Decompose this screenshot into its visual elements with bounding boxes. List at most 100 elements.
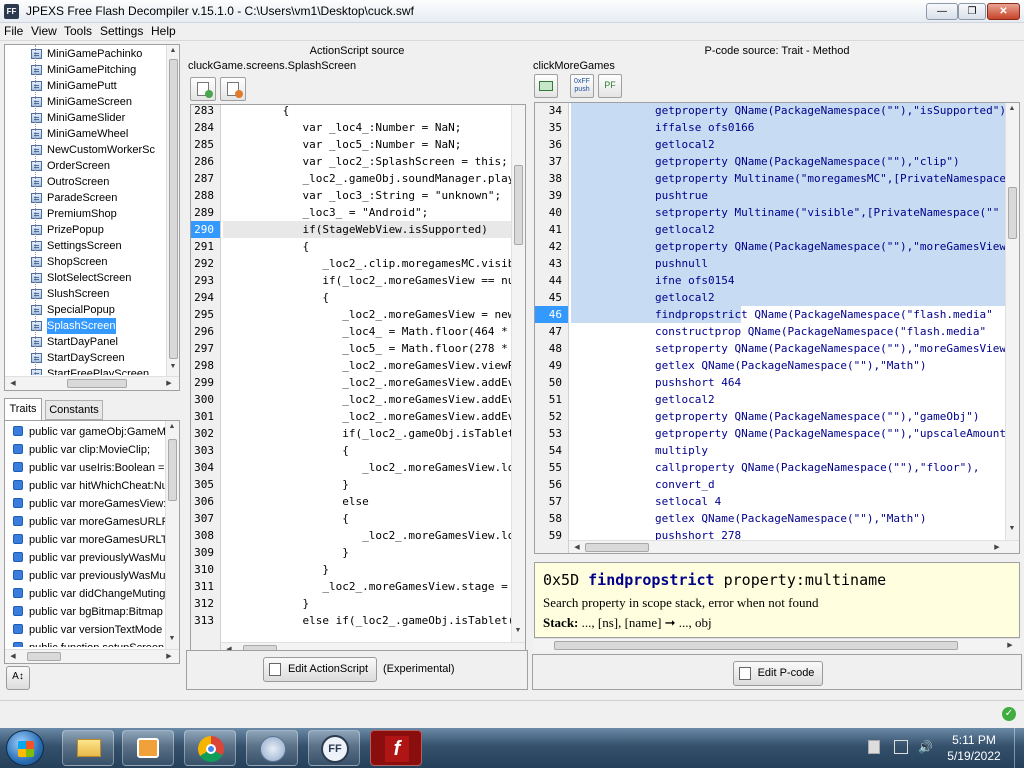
code-line[interactable]: _loc3_ = "Android"; [223,204,511,221]
code-line[interactable]: if(StageWebView.isSupported) [223,221,511,238]
pcode-line[interactable]: multiply [571,442,1005,459]
scroll-up-icon[interactable]: ▲ [167,47,179,54]
pcode-line[interactable]: getproperty QName(PackageNamespace(""),"… [571,425,1005,442]
tree-item[interactable]: NewCustomWorkerSc [31,142,155,158]
maximize-button[interactable]: ❐ [958,3,986,20]
code-line[interactable]: _loc2_.moreGamesView.lo [223,459,511,476]
code-line[interactable]: } [223,595,511,612]
tree-vertical-scrollbar[interactable]: ▲ ▼ [166,45,179,376]
trait-item[interactable]: public var gameObj:GameMc [13,423,165,441]
menu-view[interactable]: View [31,24,57,38]
scroll-thumb[interactable] [585,543,649,552]
code-line[interactable]: else if(_loc2_.gameObj.isTablet( [223,612,511,629]
tree-item[interactable]: SlotSelectScreen [31,270,131,286]
code-line[interactable]: var _loc2_:SplashScreen = this; [223,153,511,170]
pcode-line[interactable]: getproperty Multiname("moregamesMC",[Pri… [571,170,1005,187]
code-line[interactable]: } [223,561,511,578]
pcode-line[interactable]: getproperty QName(PackageNamespace(""),"… [571,408,1005,425]
scroll-thumb[interactable] [169,59,178,359]
tree-horizontal-scrollbar[interactable]: ◀ ▶ [5,376,179,390]
pcode-line[interactable]: getlex QName(PackageNamespace(""),"Math"… [571,510,1005,527]
code-line[interactable]: { [223,105,511,119]
tree-item[interactable]: OrderScreen [31,158,110,174]
pcode-line[interactable]: iffalse ofs0166 [571,119,1005,136]
pcode-horizontal-scrollbar[interactable]: ◀ ▶ [569,540,1019,553]
start-button[interactable] [6,730,44,766]
trait-item[interactable]: public function setupScreen [13,639,164,647]
code-line[interactable]: if(_loc2_.moreGamesView == nu [223,272,511,289]
code-line[interactable]: _loc2_.moreGamesView.addEv [223,408,511,425]
code-line[interactable]: _loc2_.moreGamesView.addEv [223,374,511,391]
code-line[interactable]: { [223,510,511,527]
code-line[interactable]: var _loc4_:Number = NaN; [223,119,511,136]
code-line[interactable]: _loc2_.moreGamesView.addEv [223,391,511,408]
clock-date[interactable]: 5/19/2022 [942,749,1006,763]
tree-item[interactable]: SettingsScreen [31,238,122,254]
close-button[interactable]: ✕ [987,3,1020,20]
taskbar-explorer[interactable] [62,730,114,766]
code-line[interactable]: _loc2_.gameObj.soundManager.play [223,170,511,187]
code-line[interactable]: } [223,476,511,493]
trait-item[interactable]: public var previouslyWasMu [13,549,165,567]
action-center-icon[interactable] [868,740,880,754]
tree-item[interactable]: MiniGamePachinko [31,46,142,62]
scroll-up-icon[interactable]: ▲ [166,423,178,430]
trait-item[interactable]: public var moreGamesURLPh [13,513,165,531]
taskbar-ffdec[interactable]: FF [308,730,360,766]
pcode-editor[interactable]: 34 35 36 37 38 39 40 41 42 43 44 45 46 47 48 49 50 51 52 53… [534,102,1020,554]
pcode-line[interactable]: constructprop QName(PackageNamespace("fl… [571,323,1005,340]
network-icon[interactable] [894,740,908,754]
tree-item[interactable]: PremiumShop [31,206,117,222]
scroll-thumb[interactable] [168,439,177,501]
hex-push-button[interactable]: 0xFF push [570,74,594,98]
tree-item[interactable]: SpecialPopup [31,302,115,318]
code-line[interactable]: _loc2_.moreGamesView.lo [223,527,511,544]
scroll-left-icon[interactable]: ◀ [7,652,19,660]
clock-time[interactable]: 5:11 PM [942,733,1006,747]
scroll-right-icon[interactable]: ▶ [163,379,175,387]
code-line[interactable]: { [223,238,511,255]
tree-item[interactable]: MiniGameWheel [31,126,128,142]
tab-traits[interactable]: Traits [4,398,42,420]
pcode-line[interactable]: setlocal 4 [571,493,1005,510]
tree-item[interactable]: PrizePopup [31,222,104,238]
tree-item[interactable]: MiniGamePitching [31,62,136,78]
scroll-down-icon[interactable]: ▼ [167,363,179,370]
volume-icon[interactable]: 🔊 [918,740,933,754]
scroll-left-icon[interactable]: ◀ [571,543,583,551]
menu-file[interactable]: File [4,24,23,38]
scroll-right-icon[interactable]: ▶ [991,543,1003,551]
tree-item[interactable]: ShopScreen [31,254,108,270]
pcode-line[interactable]: pushnull [571,255,1005,272]
tree-item[interactable]: OutroScreen [31,174,109,190]
code-line[interactable]: { [223,442,511,459]
tree-item[interactable]: MiniGameScreen [31,94,132,110]
pcode-line[interactable]: findpropstrict QName(PackageNamespace("f… [571,306,1005,323]
trait-item[interactable]: public var previouslyWasMu [13,567,165,585]
scroll-right-icon[interactable]: ▶ [1004,641,1016,649]
graph-button[interactable] [534,74,558,98]
code-line[interactable]: { [223,289,511,306]
scroll-down-icon[interactable]: ▼ [166,635,178,642]
minimize-button[interactable]: — [926,3,958,20]
code-line[interactable]: _loc5_ = Math.floor(278 * [223,340,511,357]
taskbar-flash[interactable]: f [370,730,422,766]
scroll-left-icon[interactable]: ◀ [7,379,19,387]
code-area[interactable]: getproperty QName(PackageNamespace(""),"… [571,103,1005,553]
pcode-line[interactable]: getlocal2 [571,391,1005,408]
pcode-line[interactable]: callproperty QName(PackageNamespace(""),… [571,459,1005,476]
pcode-line[interactable]: getproperty QName(PackageNamespace(""),"… [571,238,1005,255]
tab-constants[interactable]: Constants [45,400,103,420]
code-line[interactable]: var _loc3_:String = "unknown"; [223,187,511,204]
settings-button[interactable] [220,77,246,101]
code-area[interactable]: { var _loc4_:Number = NaN; var _loc5_:Nu… [223,105,511,657]
trait-item[interactable]: public var clip:MovieClip; [13,441,150,459]
code-line[interactable]: if(_loc2_.gameObj.isTablet [223,425,511,442]
tree-item[interactable]: StartDayPanel [31,334,118,350]
pcode-line[interactable]: setproperty QName(PackageNamespace(""),"… [571,340,1005,357]
scroll-up-icon[interactable]: ▲ [1006,105,1018,112]
code-line[interactable]: } [223,544,511,561]
tree-item[interactable]: ParadeScreen [31,190,117,206]
code-line[interactable]: _loc2_.moreGamesView = new [223,306,511,323]
tree-item[interactable]: MiniGamePutt [31,78,117,94]
